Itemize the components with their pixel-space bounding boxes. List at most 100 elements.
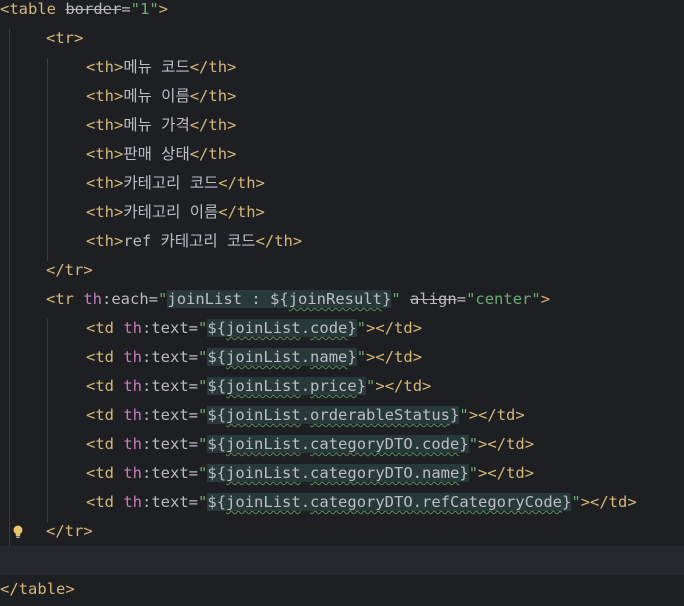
- quote: ": [158, 290, 168, 308]
- code-line-td[interactable]: <td th:text="${joinList.price}"></td>: [0, 372, 684, 401]
- th-text: 메뉴 이름: [123, 87, 190, 105]
- code-line-tr-close[interactable]: </tr>: [0, 256, 684, 285]
- th-text: 메뉴 가격: [123, 116, 190, 134]
- quote: ": [198, 464, 208, 482]
- expr-prop: categoryDTO.name: [310, 464, 460, 482]
- expr-prop: price: [310, 377, 357, 395]
- tag-open: <th>: [86, 58, 124, 76]
- quote: ": [198, 493, 208, 511]
- tag-open: <td: [86, 348, 124, 366]
- code-line-td[interactable]: <td th:text="${joinList.code}"></td>: [0, 314, 684, 343]
- namespace-prefix: th: [123, 493, 142, 511]
- expr-close: }: [459, 435, 469, 453]
- code-line-th[interactable]: <th>메뉴 가격</th>: [0, 111, 684, 140]
- code-line-td[interactable]: <td th:text="${joinList.categoryDTO.name…: [0, 459, 684, 488]
- thymeleaf-expression: ${joinList.categoryDTO.name}: [207, 464, 469, 482]
- equals: =: [188, 493, 199, 511]
- tag-close: </th>: [189, 145, 237, 163]
- expr-open: ${: [207, 319, 227, 337]
- attr-name: :text: [142, 348, 189, 366]
- tag-open: <th>: [86, 145, 124, 163]
- expr-ident: joinList: [226, 464, 301, 482]
- expr-prop: orderableStatus: [310, 406, 451, 424]
- code-line-th[interactable]: <th>카테고리 코드</th>: [0, 169, 684, 198]
- thymeleaf-expression: ${joinList.name}: [207, 348, 357, 366]
- tag-open: <td: [86, 319, 124, 337]
- namespace-prefix: th: [83, 290, 102, 308]
- code-line-th[interactable]: <th>판매 상태</th>: [0, 140, 684, 169]
- expr-ident: joinList: [226, 319, 301, 337]
- attr-name: :each: [102, 290, 149, 308]
- expr-prop: categoryDTO.refCategoryCode: [310, 493, 562, 511]
- tag-open: <th>: [86, 116, 124, 134]
- lightbulb-icon[interactable]: [12, 525, 24, 539]
- namespace-prefix: th: [123, 319, 142, 337]
- code-line-td[interactable]: <td th:text="${joinList.orderableStatus}…: [0, 401, 684, 430]
- code-line-tr-close[interactable]: </tr>: [0, 517, 684, 546]
- tag-open: <td: [86, 377, 124, 395]
- code-line-th[interactable]: <th>카테고리 이름</th>: [0, 198, 684, 227]
- thymeleaf-expression: ${joinList.categoryDTO.refCategoryCode}: [207, 493, 572, 511]
- code-line-td[interactable]: <td th:text="${joinList.categoryDTO.code…: [0, 430, 684, 459]
- expr-ident: joinList: [226, 406, 301, 424]
- quote: ": [198, 406, 208, 424]
- tag-open: <th>: [86, 87, 124, 105]
- expr-close: }: [347, 348, 357, 366]
- code-line-tr-each[interactable]: <tr th:each="joinList : ${joinResult}" a…: [0, 285, 684, 314]
- attr-name: :text: [142, 493, 189, 511]
- code-line-table-open[interactable]: <table border="1">: [0, 0, 684, 24]
- tag-close: </th>: [255, 232, 303, 250]
- expr-open: ${: [207, 464, 227, 482]
- expr-dot: .: [300, 493, 311, 511]
- attr-name: :text: [142, 319, 189, 337]
- expr-ident: joinList: [226, 377, 301, 395]
- code-line-table-close[interactable]: </table>: [0, 575, 684, 604]
- expr-open: ${: [207, 493, 227, 511]
- code-editor[interactable]: <table border="1"> <tr> <th>메뉴 코드</th> <…: [0, 0, 684, 606]
- tag-open: <td: [86, 493, 124, 511]
- tag-open: <th>: [86, 203, 124, 221]
- attr-name: :text: [142, 406, 189, 424]
- code-line-th[interactable]: <th>메뉴 이름</th>: [0, 82, 684, 111]
- quote: ": [198, 435, 208, 453]
- th-text: ref 카테고리 코드: [123, 232, 256, 250]
- quote: ": [356, 348, 367, 366]
- expr-open: ${: [207, 406, 227, 424]
- code-line-current[interactable]: [0, 546, 684, 575]
- code-line-td[interactable]: <td th:text="${joinList.categoryDTO.refC…: [0, 488, 684, 517]
- attr-name: :text: [142, 464, 189, 482]
- expr-prop: name: [310, 348, 348, 366]
- attr-name: :text: [142, 377, 189, 395]
- tag-close: ></td>: [580, 493, 637, 511]
- tag-close: </th>: [218, 174, 265, 192]
- tag: </tr>: [46, 522, 93, 540]
- attr-value: "center": [466, 290, 541, 308]
- tag-close: </th>: [189, 87, 237, 105]
- equals: =: [188, 377, 199, 395]
- expr-post: }: [382, 290, 392, 308]
- tag: </tr>: [46, 261, 93, 279]
- tag-close: >: [540, 290, 551, 308]
- equals: =: [121, 0, 131, 18]
- code-line-th[interactable]: <th>ref 카테고리 코드</th>: [0, 227, 684, 256]
- quote: ": [356, 319, 367, 337]
- th-text: 메뉴 코드: [123, 58, 190, 76]
- tag-open: <th>: [86, 174, 124, 192]
- expr-ident: joinList: [226, 435, 301, 453]
- tag-close: </th>: [189, 58, 237, 76]
- code-line-tr-open[interactable]: <tr>: [0, 24, 684, 53]
- attr-name: border: [65, 0, 122, 18]
- attr-name: :text: [142, 435, 189, 453]
- equals: =: [188, 319, 199, 337]
- tag-close: ></td>: [478, 464, 535, 482]
- code-line-th[interactable]: <th>메뉴 코드</th>: [0, 53, 684, 82]
- tag-open: <tr: [46, 290, 84, 308]
- expr-dot: .: [300, 377, 311, 395]
- expr-ident: joinList: [226, 493, 301, 511]
- thymeleaf-expression: ${joinList.code}: [207, 319, 357, 337]
- code-line-td[interactable]: <td th:text="${joinList.name}"></td>: [0, 343, 684, 372]
- tag: </table>: [0, 580, 75, 598]
- tag-close: </th>: [189, 116, 237, 134]
- namespace-prefix: th: [123, 406, 142, 424]
- tag-open: <td: [86, 464, 124, 482]
